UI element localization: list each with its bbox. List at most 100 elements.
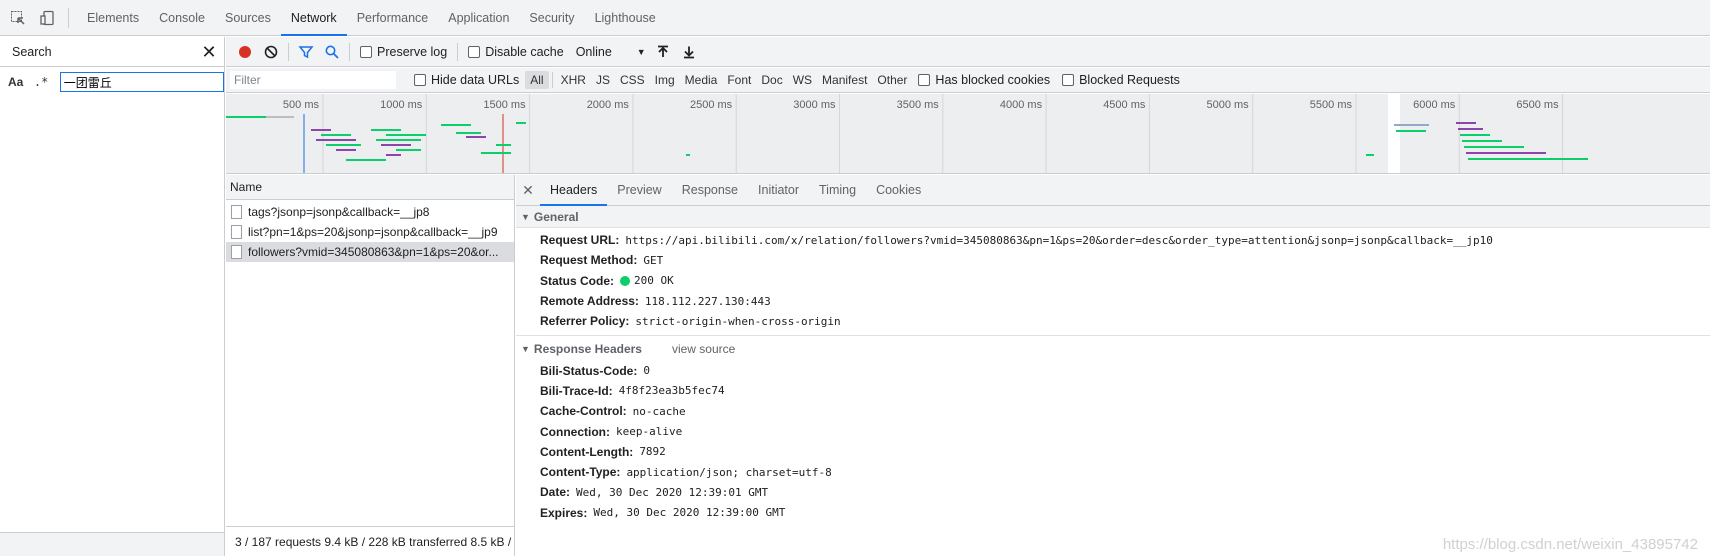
tab-response[interactable]: Response [672, 175, 748, 206]
overview-tick-label: 6000 ms [1413, 99, 1456, 111]
header-value: https://api.bilibili.com/x/relation/foll… [625, 233, 1493, 247]
throttling-select[interactable]: Online ▼ [576, 45, 650, 59]
header-row: Content-Length: 7892 [516, 442, 1710, 462]
header-row: Connection: keep-alive [516, 421, 1710, 441]
tab-application[interactable]: Application [438, 0, 519, 36]
view-source-link[interactable]: view source [672, 338, 735, 360]
import-har-icon[interactable] [650, 39, 676, 65]
search-icon[interactable] [319, 39, 345, 65]
search-title: Search [12, 44, 52, 59]
tab-headers[interactable]: Headers [540, 175, 608, 206]
tab-console[interactable]: Console [149, 0, 215, 36]
record-icon[interactable] [232, 39, 258, 65]
header-key: Referrer Policy: [540, 314, 630, 329]
disable-cache-checkbox[interactable]: Disable cache [468, 45, 564, 59]
filter-type-other[interactable]: Other [872, 71, 912, 89]
inspect-element-icon[interactable] [6, 6, 30, 30]
overview-timeline: 500 ms 1000 ms 1500 ms 2000 ms 2500 ms 3000 m… [226, 94, 1588, 174]
filter-type-xhr[interactable]: XHR [556, 71, 591, 89]
overview-tick-label: 3500 ms [897, 99, 940, 111]
header-value: application/json; charset=utf-8 [626, 465, 832, 479]
overview-request-bar [1468, 158, 1588, 160]
filter-bar: Filter Hide data URLs All XHR JS CSS Img… [226, 68, 1710, 93]
tab-sources[interactable]: Sources [215, 0, 281, 36]
header-value: 200 OK [634, 274, 674, 288]
network-overview[interactable]: 500 ms 1000 ms 1500 ms 2000 ms 2500 ms 3000 m… [226, 94, 1710, 174]
tab-performance[interactable]: Performance [347, 0, 439, 36]
tab-network[interactable]: Network [280, 0, 347, 36]
request-details: ✕ Headers Preview Response Initiator Tim… [516, 175, 1710, 556]
general-section-header[interactable]: ▼ General [516, 206, 1710, 228]
close-icon[interactable]: ✕ [516, 182, 540, 199]
overview-selection-window[interactable] [1388, 94, 1400, 174]
preserve-log-checkbox[interactable]: Preserve log [360, 45, 447, 59]
overview-tick-label: 4500 ms [1103, 99, 1146, 111]
filter-divider [551, 72, 553, 88]
overview-request-bar [1464, 146, 1524, 148]
filter-type-manifest[interactable]: Manifest [817, 71, 872, 89]
header-value: strict-origin-when-cross-origin [635, 314, 841, 328]
general-headers: Request URL: https://api.bilibili.com/x/r… [516, 228, 1710, 331]
request-name: followers?vmid=345080863&pn=1&ps=20&or..… [248, 245, 499, 259]
name-column-header[interactable]: Name [226, 175, 514, 200]
filter-type-doc[interactable]: Doc [756, 71, 787, 89]
watermark: https://blog.csdn.net/weixin_43895742 [1442, 536, 1698, 553]
header-value: Wed, 30 Dec 2020 12:39:00 GMT [593, 506, 786, 520]
overview-request-bar [456, 132, 481, 134]
header-row: Date: Wed, 30 Dec 2020 12:39:01 GMT [516, 482, 1710, 502]
tab-initiator[interactable]: Initiator [748, 175, 809, 206]
search-row: Aa .* [0, 67, 224, 97]
overview-request-bar [1394, 124, 1429, 126]
filter-icon[interactable] [293, 39, 319, 65]
tab-security[interactable]: Security [519, 0, 584, 36]
filter-type-media[interactable]: Media [680, 71, 723, 89]
header-key: Request Method: [540, 253, 638, 268]
file-icon [231, 205, 242, 219]
has-blocked-cookies-checkbox[interactable]: Has blocked cookies [918, 73, 1050, 87]
overview-request-bar [441, 124, 471, 126]
general-title: General [533, 209, 579, 224]
toolbar-divider [288, 42, 289, 61]
filter-type-img[interactable]: Img [650, 71, 680, 89]
tab-lighthouse[interactable]: Lighthouse [585, 0, 666, 36]
request-row[interactable]: tags?jsonp=jsonp&callback=__jp8 [226, 202, 514, 222]
filter-type-ws[interactable]: WS [788, 71, 817, 89]
tab-timing[interactable]: Timing [809, 175, 866, 206]
overview-request-bar [311, 129, 331, 131]
network-summary: 3 / 187 requests 9.4 kB / 228 kB transfe… [226, 526, 514, 556]
tab-preview[interactable]: Preview [607, 175, 671, 206]
header-row: Request Method: GET [516, 250, 1710, 270]
tab-elements[interactable]: Elements [77, 0, 149, 36]
filter-input[interactable]: Filter [230, 71, 396, 89]
overview-request-bar [466, 136, 486, 138]
filter-type-all[interactable]: All [525, 71, 549, 89]
request-row-selected[interactable]: followers?vmid=345080863&pn=1&ps=20&or..… [226, 242, 514, 262]
filter-type-font[interactable]: Font [722, 71, 756, 89]
regex-toggle[interactable]: .* [34, 75, 60, 89]
response-headers-section-header[interactable]: ▼ Response Headers view source [516, 338, 1710, 360]
overview-tick-label: 500 ms [283, 99, 320, 111]
export-har-icon[interactable] [676, 39, 702, 65]
device-toolbar-icon[interactable] [36, 6, 60, 30]
request-row[interactable]: list?pn=1&ps=20&jsonp=jsonp&callback=__j… [226, 222, 514, 242]
clear-icon[interactable] [258, 39, 284, 65]
search-input[interactable] [59, 72, 224, 92]
match-case-toggle[interactable]: Aa [8, 75, 34, 89]
response-headers-title: Response Headers [533, 342, 642, 357]
filter-type-css[interactable]: CSS [615, 71, 650, 89]
overview-request-bar [1466, 152, 1546, 154]
header-value: 0 [643, 364, 650, 378]
overview-request-bar [321, 134, 351, 136]
overview-request-bar [1460, 134, 1490, 136]
tab-cookies[interactable]: Cookies [866, 175, 931, 206]
blocked-requests-checkbox[interactable]: Blocked Requests [1062, 73, 1180, 87]
close-icon[interactable]: ✕ [194, 38, 224, 66]
filter-type-js[interactable]: JS [591, 71, 615, 89]
hide-data-urls-checkbox[interactable]: Hide data URLs [414, 73, 519, 87]
triangle-down-icon: ▼ [521, 344, 530, 355]
toolbar-divider [68, 7, 69, 28]
overview-request-bar [496, 144, 511, 146]
header-row: Content-Type: application/json; charset=u… [516, 462, 1710, 482]
header-value: keep-alive [616, 425, 683, 439]
header-key: Bili-Trace-Id: [540, 383, 613, 398]
